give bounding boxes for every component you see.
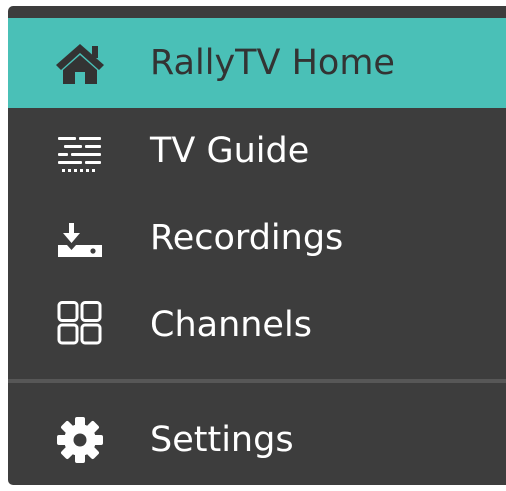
gear-icon [52, 415, 108, 465]
menu-item-label: Channels [150, 305, 312, 345]
grid-icon [52, 300, 108, 350]
menu-item-label: Settings [150, 420, 294, 460]
menu-divider [8, 379, 506, 383]
menu-item-settings[interactable]: Settings [8, 395, 506, 485]
menu-item-label: TV Guide [150, 131, 310, 171]
menu-item-tv-guide[interactable]: TV Guide [8, 106, 506, 196]
side-menu: RallyTV Home TV Guide Recordings Channel… [8, 6, 506, 485]
menu-item-recordings[interactable]: Recordings [8, 193, 506, 283]
home-icon [52, 38, 108, 88]
recording-download-icon [52, 213, 108, 263]
guide-list-icon [52, 126, 108, 176]
menu-item-channels[interactable]: Channels [8, 280, 506, 370]
menu-item-label: Recordings [150, 218, 344, 258]
menu-item-home[interactable]: RallyTV Home [8, 18, 506, 108]
menu-item-label: RallyTV Home [150, 43, 395, 83]
